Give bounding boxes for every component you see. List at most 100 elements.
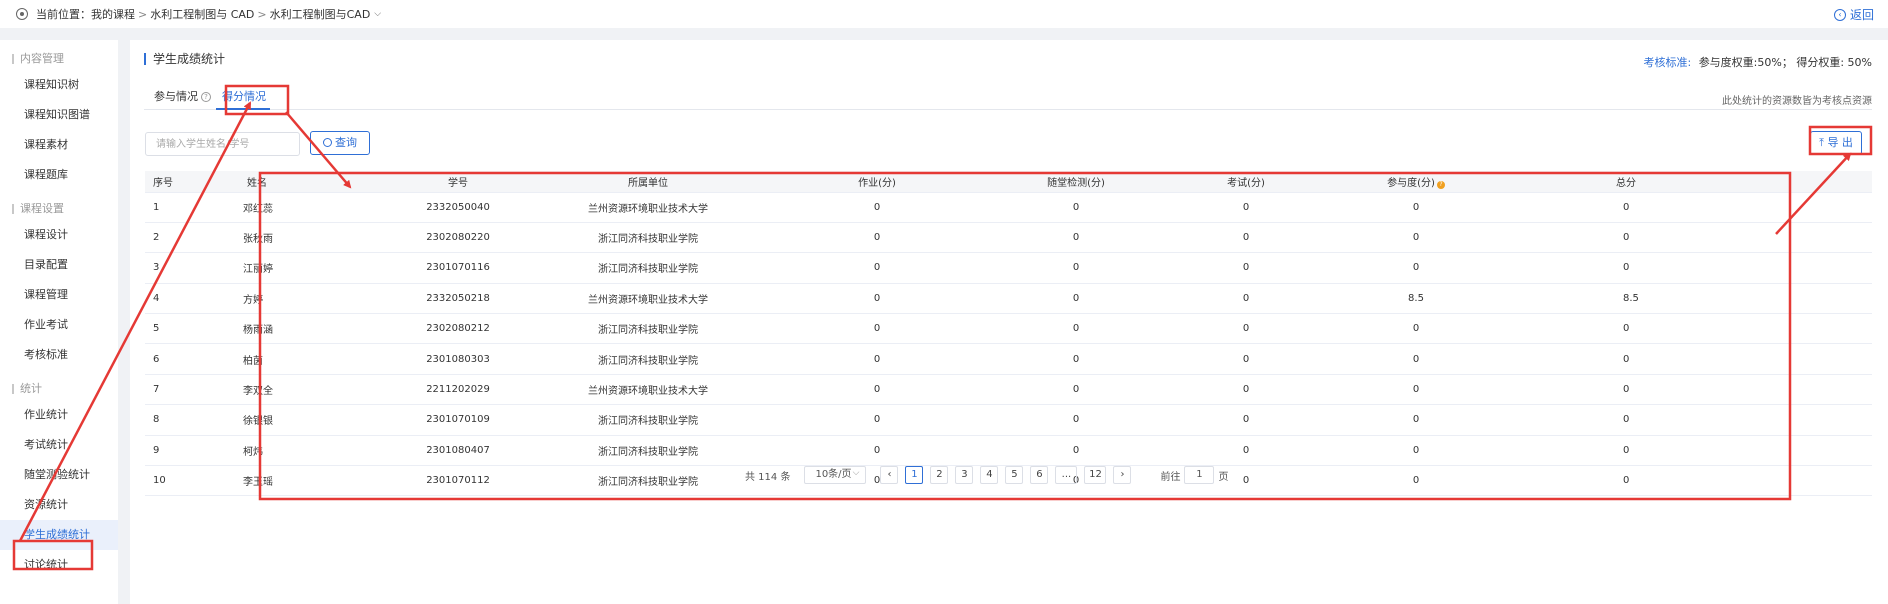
search-input[interactable] [145,132,300,156]
cell-institution: 浙江同济科技职业学院 [533,465,763,497]
sidebar-item-discussion-stats[interactable]: 讨论统计 [0,550,118,580]
cell-total: 0 [1501,374,1872,406]
cell-student-id: 2211202029 [383,374,533,406]
sidebar-item-knowledge-tree[interactable]: 课程知识树 [0,70,118,100]
sidebar-item-materials[interactable]: 课程素材 [0,130,118,160]
prev-page-button[interactable]: ‹ [880,466,899,484]
cell-homework: 0 [763,343,991,375]
sidebar-item-course-design[interactable]: 课程设计 [0,220,118,250]
cell-total: 0 [1501,222,1872,254]
criteria-label[interactable]: 考核标准: [1643,56,1691,69]
page-button[interactable]: 1 [905,466,924,484]
sidebar-item-student-scores[interactable]: 学生成绩统计 [0,520,118,550]
sidebar-item-resource-stats[interactable]: 资源统计 [0,490,118,520]
col-name: 姓名 [233,171,383,193]
back-label: 返回 [1849,8,1874,22]
sidebar-item-exam-stats[interactable]: 考试统计 [0,430,118,460]
col-homework: 作业(分) [763,171,991,193]
cell-quiz: 0 [991,343,1161,375]
page-button[interactable]: 6 [1030,466,1049,484]
cell-institution: 浙江同济科技职业学院 [533,404,763,436]
location-icon [16,8,28,20]
breadcrumb-item-current[interactable]: 水利工程制图与CAD [270,6,371,22]
cell-exam: 0 [1161,283,1331,315]
tab-participation[interactable]: 参与情况? [154,88,211,104]
cell-name: 张秋雨 [233,222,383,254]
page-button[interactable]: 2 [930,466,949,484]
table-row: 2 张秋雨 2302080220 浙江同济科技职业学院 0 0 0 0 0 [145,222,1872,254]
cell-index: 10 [145,465,233,497]
cell-quiz: 0 [991,404,1161,436]
assessment-criteria: 考核标准: 参与度权重:50%； 得分权重: 50% [1643,54,1872,70]
cell-total: 0 [1501,465,1872,497]
cell-participation: 0 [1331,404,1501,436]
page-size-select[interactable]: 10条/页 [804,465,867,484]
goto-suffix: 页 [1218,471,1229,483]
cell-participation: 0 [1331,192,1501,223]
active-tab-indicator [216,108,270,110]
cell-total: 0 [1501,313,1872,345]
help-icon[interactable]: ? [1436,180,1445,189]
col-participation: 参与度(分)? [1331,171,1501,193]
cell-homework: 0 [763,192,991,223]
pagination: 共 114 条 10条/页 ‹ 123456...12 › 前往 1 页 [745,465,1229,484]
table-row: 6 柏茵 2301080303 浙江同济科技职业学院 0 0 0 0 0 [145,343,1872,375]
sidebar-group-content: 内容管理 [0,48,118,70]
cell-participation: 0 [1331,343,1501,375]
query-button[interactable]: 查询 [310,131,370,155]
sidebar-item-assessment-standard[interactable]: 考核标准 [0,340,118,370]
cell-institution: 浙江同济科技职业学院 [533,435,763,467]
col-index: 序号 [145,171,233,193]
next-page-button[interactable]: › [1113,466,1132,484]
chevron-down-icon[interactable]: ⌵ [374,9,381,19]
sidebar-item-quiz-stats[interactable]: 随堂测验统计 [0,460,118,490]
sidebar-item-question-bank[interactable]: 课程题库 [0,160,118,190]
col-quiz: 随堂检测(分) [991,171,1161,193]
page-ellipsis[interactable]: ... [1055,466,1078,484]
cell-participation: 0 [1331,465,1501,497]
col-participation-label: 参与度(分) [1387,177,1435,189]
breadcrumb-item-my-courses[interactable]: 我的课程 [91,6,135,22]
sidebar-item-course-management[interactable]: 课程管理 [0,280,118,310]
page-button[interactable]: 12 [1084,466,1107,484]
col-student-id: 学号 [383,171,533,193]
cell-student-id: 2332050218 [383,283,533,315]
page-button[interactable]: 4 [980,466,999,484]
sidebar-item-homework-exam[interactable]: 作业考试 [0,310,118,340]
table-row: 9 柯炜 2301080407 浙江同济科技职业学院 0 0 0 0 0 [145,435,1872,467]
export-button[interactable]: ⤒ 导 出 [1810,131,1862,155]
total-count: 共 114 条 [745,471,791,483]
table-row: 5 杨雨涵 2302080212 浙江同济科技职业学院 0 0 0 0 0 [145,313,1872,345]
cell-total: 8.5 [1501,283,1872,315]
cell-institution: 兰州资源环境职业技术大学 [533,192,763,223]
criteria-value: 参与度权重:50%； 得分权重: 50% [1698,56,1872,69]
cell-name: 杨雨涵 [233,313,383,345]
cell-total: 0 [1501,435,1872,467]
sidebar-item-catalog-config[interactable]: 目录配置 [0,250,118,280]
cell-institution: 浙江同济科技职业学院 [533,313,763,345]
page-button[interactable]: 3 [955,466,974,484]
cell-quiz: 0 [991,435,1161,467]
breadcrumb-item-course[interactable]: 水利工程制图与 CAD [150,6,254,22]
cell-institution: 兰州资源环境职业技术大学 [533,283,763,315]
cell-name: 柏茵 [233,343,383,375]
breadcrumb-separator: > [257,7,267,21]
back-button[interactable]: ‹ 返回 [1833,6,1874,23]
tab-scores[interactable]: 得分情况 [222,88,266,104]
cell-participation: 0 [1331,252,1501,284]
sidebar-item-knowledge-graph[interactable]: 课程知识图谱 [0,100,118,130]
resource-note: 此处统计的资源数皆为考核点资源 [1722,96,1872,107]
cell-homework: 0 [763,283,991,315]
cell-total: 0 [1501,404,1872,436]
cell-participation: 0 [1331,435,1501,467]
breadcrumb-bar: 当前位置： 我的课程 > 水利工程制图与 CAD > 水利工程制图与CAD ⌵ … [0,0,1888,28]
cell-name: 方婷 [233,283,383,315]
page-button[interactable]: 5 [1005,466,1024,484]
cell-index: 1 [145,192,233,223]
goto-page-input[interactable]: 1 [1184,466,1215,484]
sidebar-item-homework-stats[interactable]: 作业统计 [0,400,118,430]
cell-quiz: 0 [991,222,1161,254]
cell-homework: 0 [763,404,991,436]
cell-quiz: 0 [991,192,1161,223]
help-icon[interactable]: ? [201,92,211,102]
